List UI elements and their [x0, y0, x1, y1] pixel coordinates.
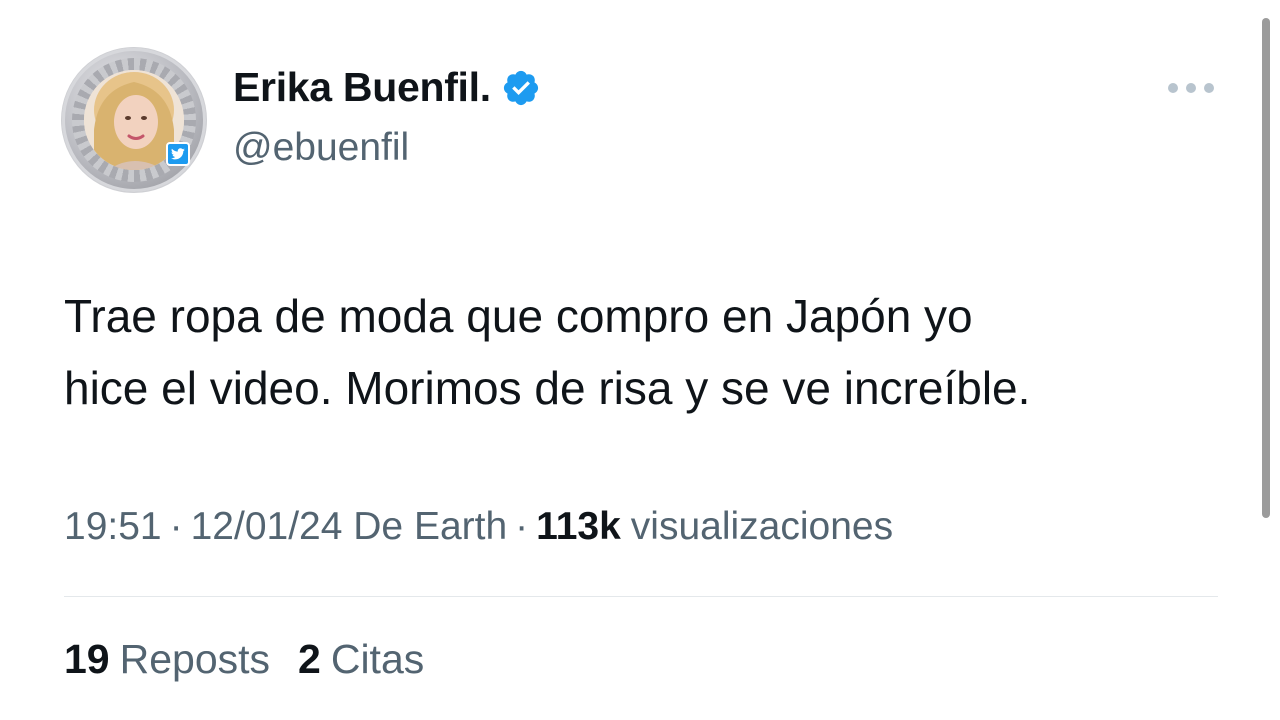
quotes-stat[interactable]: 2 Citas — [298, 636, 424, 683]
display-name[interactable]: Erika Buenfil. — [233, 64, 491, 111]
tweet-time[interactable]: 19:51 — [64, 505, 162, 549]
reposts-label: Reposts — [119, 636, 271, 682]
meta-separator: · — [169, 505, 183, 548]
meta-separator: · — [515, 505, 529, 548]
avatar[interactable] — [62, 48, 206, 192]
display-name-row: Erika Buenfil. — [233, 64, 541, 111]
verified-badge-icon — [501, 68, 541, 108]
reposts-count: 19 — [64, 636, 110, 682]
more-options-button[interactable] — [1168, 78, 1214, 98]
divider — [64, 596, 1218, 597]
more-dot-icon — [1168, 83, 1178, 93]
tweet-date-source[interactable]: 12/01/24 De Earth — [191, 505, 508, 549]
reposts-stat[interactable]: 19 Reposts — [64, 636, 270, 683]
views-label: visualizaciones — [630, 505, 894, 548]
tweet-text-line: Trae ropa de moda que compro en Japón yo — [64, 290, 973, 342]
quotes-count: 2 — [298, 636, 321, 682]
scrollbar[interactable] — [1262, 18, 1270, 518]
user-handle[interactable]: @ebuenfil — [233, 126, 409, 170]
more-dot-icon — [1204, 83, 1214, 93]
tweet-text-line: hice el video. Morimos de risa y se ve i… — [64, 362, 1031, 414]
tweet-stats: 19 Reposts 2 Citas — [64, 636, 424, 683]
twitter-bird-icon — [166, 142, 190, 166]
tweet-meta: 19:51 · 12/01/24 De Earth · 113k visuali… — [64, 505, 893, 549]
tweet-text: Trae ropa de moda que compro en Japón yo… — [64, 280, 1244, 424]
more-dot-icon — [1186, 83, 1196, 93]
quotes-label: Citas — [330, 636, 425, 682]
views-count: 113k — [536, 505, 621, 548]
